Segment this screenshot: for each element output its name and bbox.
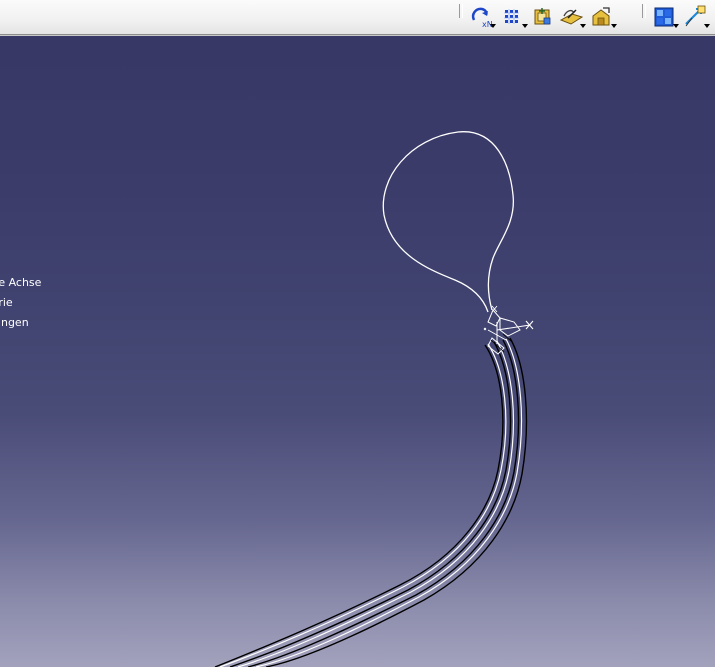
- pattern-button[interactable]: [500, 4, 528, 30]
- blue-squares-button[interactable]: [651, 4, 679, 30]
- part-body-button[interactable]: [530, 4, 558, 30]
- specification-tree: te Achse trie ungen: [0, 273, 47, 333]
- part-body-icon: [534, 8, 551, 25]
- toolbar-separator: [459, 4, 463, 18]
- axis-system-marker[interactable]: [483, 305, 534, 355]
- tree-item-geometry[interactable]: trie: [0, 293, 47, 313]
- tree-item-axis[interactable]: te Achse: [0, 273, 47, 293]
- dropdown-arrow-icon[interactable]: [611, 24, 617, 28]
- sheet-surface-button[interactable]: [558, 4, 586, 30]
- top-toolbar: xN: [0, 0, 715, 35]
- dropdown-arrow-icon[interactable]: [704, 24, 710, 28]
- tangent-arrow-button[interactable]: [682, 4, 710, 30]
- repeat-xn-button[interactable]: xN: [468, 4, 496, 30]
- axis-marker-shadow: [490, 333, 513, 353]
- loop-curve[interactable]: [382, 131, 514, 313]
- tree-item-constraints[interactable]: ungen: [0, 313, 47, 333]
- house-body-button[interactable]: [589, 4, 617, 30]
- toolbar-separator: [642, 4, 646, 18]
- catia-application-window: xN e Achse rie ngen: [0, 0, 715, 667]
- tube-outline: [214, 337, 528, 667]
- dropdown-arrow-icon[interactable]: [673, 24, 679, 28]
- dropdown-arrow-icon[interactable]: [522, 24, 528, 28]
- 3d-viewport[interactable]: [0, 36, 715, 667]
- dropdown-arrow-icon[interactable]: [490, 24, 496, 28]
- dropdown-arrow-icon[interactable]: [580, 24, 586, 28]
